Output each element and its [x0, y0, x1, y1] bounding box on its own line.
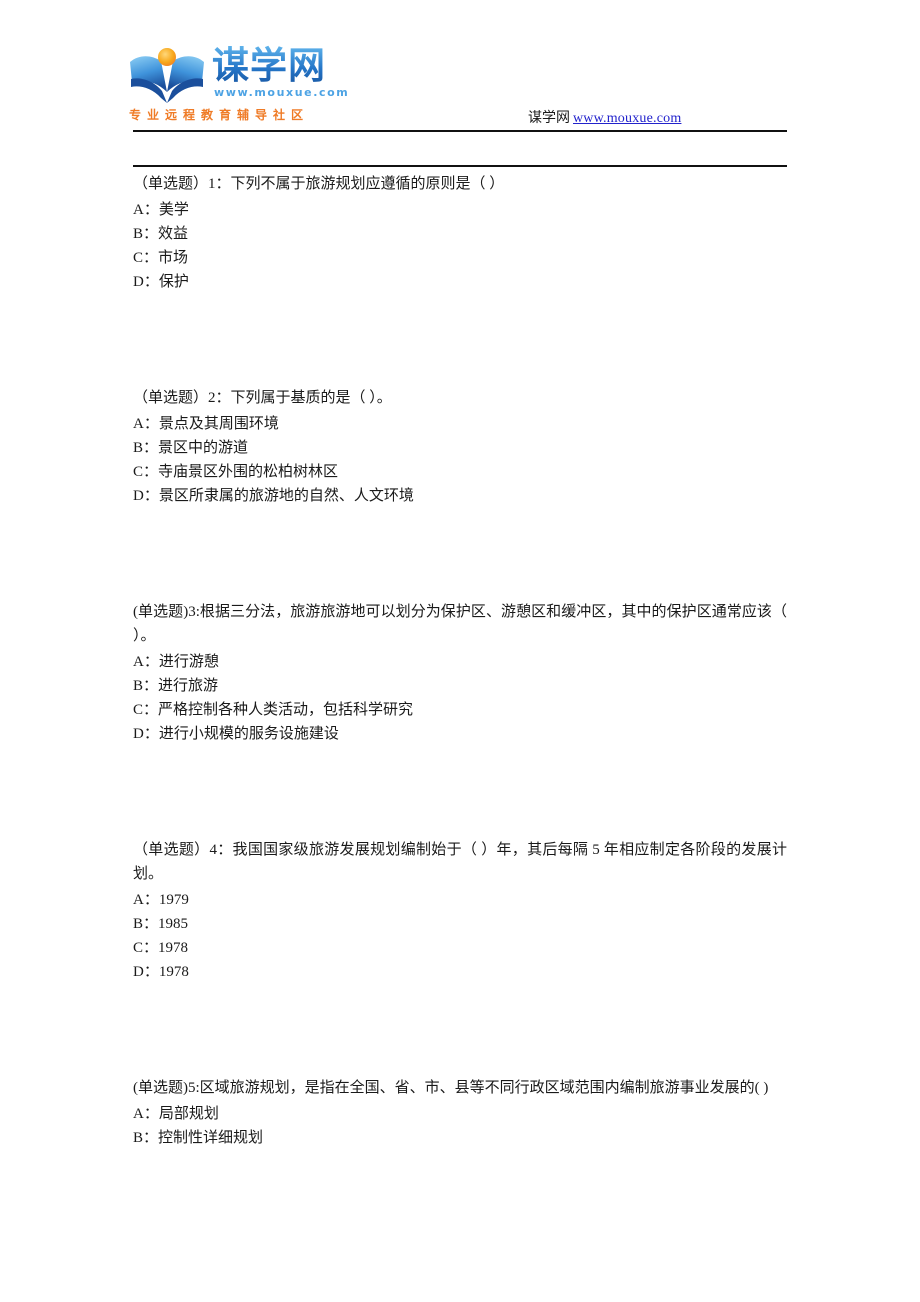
logo-brand-text: 谋学网 — [212, 44, 326, 87]
header-divider-rule — [133, 130, 787, 132]
option-c[interactable]: C：市场 — [133, 246, 787, 270]
option-d[interactable]: D：景区所隶属的旅游地的自然、人文环境 — [133, 484, 787, 508]
document-page: 谋学网 www.mouxue.com 专业远程教育辅导社区 谋学网 www.mou… — [0, 0, 920, 1302]
content-top-rule — [133, 165, 787, 167]
option-c[interactable]: C：寺庙景区外围的松柏树林区 — [133, 460, 787, 484]
question-stem: (单选题)5:区域旅游规划，是指在全国、省、市、县等不同行政区域范围内编制旅游事… — [133, 1080, 769, 1096]
question-options: A：1979 B：1985 C：1978 D：1978 — [133, 888, 787, 984]
question-options: A：美学 B：效益 C：市场 D：保护 — [133, 198, 787, 294]
page-header: 谋学网 www.mouxue.com 专业远程教育辅导社区 谋学网 www.mou… — [0, 0, 920, 134]
option-b[interactable]: B：1985 — [133, 912, 787, 936]
question-stem: （单选题）4：我国国家级旅游发展规划编制始于（ ）年，其后每隔 5 年相应制定各… — [133, 842, 787, 882]
header-site-name: 谋学网 — [528, 111, 570, 126]
option-d[interactable]: D：进行小规模的服务设施建设 — [133, 722, 787, 746]
option-b[interactable]: B：效益 — [133, 222, 787, 246]
site-logo: 谋学网 www.mouxue.com 专业远程教育辅导社区 — [128, 44, 348, 126]
questions-container: （单选题）1：下列不属于旅游规划应遵循的原则是（ ） A：美学 B：效益 C：市… — [133, 172, 787, 1150]
question-block-3: (单选题)3:根据三分法，旅游旅游地可以划分为保护区、游憩区和缓冲区，其中的保护… — [133, 600, 787, 746]
option-a[interactable]: A：局部规划 — [133, 1102, 787, 1126]
question-options: A：局部规划 B：控制性详细规划 — [133, 1102, 787, 1150]
open-book-sun-logo-icon — [128, 46, 206, 104]
option-a[interactable]: A：美学 — [133, 198, 787, 222]
logo-tagline: 专业远程教育辅导社区 — [129, 108, 310, 122]
question-stem: (单选题)3:根据三分法，旅游旅游地可以划分为保护区、游憩区和缓冲区，其中的保护… — [133, 604, 787, 644]
question-stem: （单选题）1：下列不属于旅游规划应遵循的原则是（ ） — [133, 176, 505, 192]
option-b[interactable]: B：进行旅游 — [133, 674, 787, 698]
question-stem: （单选题）2：下列属于基质的是（ ）。 — [133, 390, 392, 406]
question-block-5: (单选题)5:区域旅游规划，是指在全国、省、市、县等不同行政区域范围内编制旅游事… — [133, 1076, 787, 1150]
logo-url-text: www.mouxue.com — [214, 86, 350, 99]
question-block-4: （单选题）4：我国国家级旅游发展规划编制始于（ ）年，其后每隔 5 年相应制定各… — [133, 838, 787, 984]
option-a[interactable]: A：景点及其周围环境 — [133, 412, 787, 436]
question-options: A：进行游憩 B：进行旅游 C：严格控制各种人类活动，包括科学研究 D：进行小规… — [133, 650, 787, 746]
option-b[interactable]: B：景区中的游道 — [133, 436, 787, 460]
option-d[interactable]: D：保护 — [133, 270, 787, 294]
option-b[interactable]: B：控制性详细规划 — [133, 1126, 787, 1150]
option-a[interactable]: A：进行游憩 — [133, 650, 787, 674]
question-options: A：景点及其周围环境 B：景区中的游道 C：寺庙景区外围的松柏树林区 D：景区所… — [133, 412, 787, 508]
question-block-2: （单选题）2：下列属于基质的是（ ）。 A：景点及其周围环境 B：景区中的游道 … — [133, 386, 787, 508]
header-site-credit: 谋学网 www.mouxue.com — [528, 110, 681, 128]
option-c[interactable]: C：1978 — [133, 936, 787, 960]
option-d[interactable]: D：1978 — [133, 960, 787, 984]
option-a[interactable]: A：1979 — [133, 888, 787, 912]
option-c[interactable]: C：严格控制各种人类活动，包括科学研究 — [133, 698, 787, 722]
logo-primary-row: 谋学网 www.mouxue.com — [128, 44, 348, 106]
header-site-url-link[interactable]: www.mouxue.com — [573, 111, 681, 126]
question-block-1: （单选题）1：下列不属于旅游规划应遵循的原则是（ ） A：美学 B：效益 C：市… — [133, 172, 787, 294]
